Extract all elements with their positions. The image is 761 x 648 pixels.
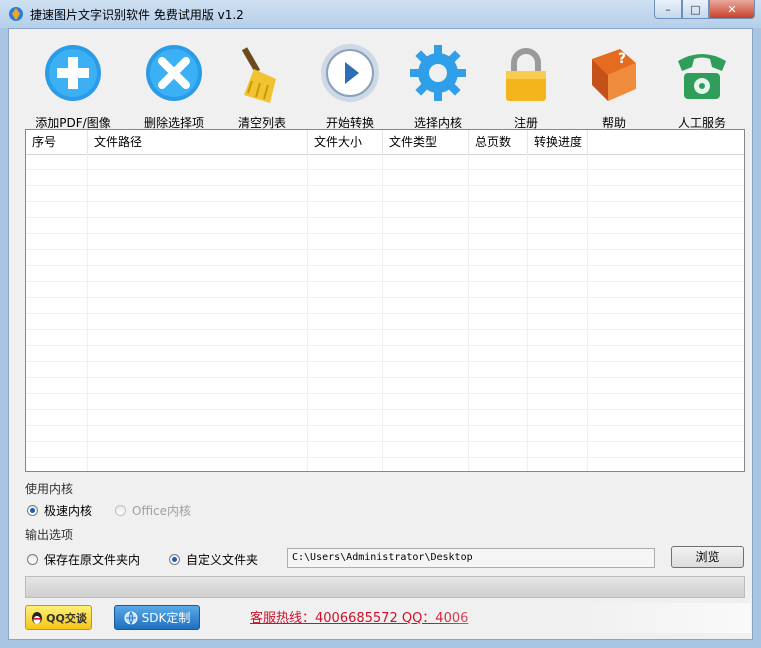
output-section-label: 输出选项	[25, 528, 74, 542]
engine-fast-label: 极速内核	[44, 504, 93, 518]
column-header-progress[interactable]: 转换进度	[528, 130, 588, 154]
window-title: 捷速图片文字识别软件 免费试用版 v1.2	[30, 8, 244, 22]
start-convert-button[interactable]: 开始转换	[310, 43, 390, 135]
table-row	[26, 330, 744, 346]
radio-indicator	[27, 554, 38, 565]
table-row	[26, 314, 744, 330]
table-row	[26, 282, 744, 298]
table-header: 序号 文件路径 文件大小 文件类型 总页数 转换进度	[26, 130, 744, 155]
play-icon	[321, 44, 379, 102]
column-header-size[interactable]: 文件大小	[308, 130, 383, 154]
maximize-button[interactable]: □	[682, 0, 709, 19]
custom-folder-radio[interactable]: 自定义文件夹	[169, 551, 258, 568]
app-logo-icon	[9, 7, 23, 21]
table-row	[26, 234, 744, 250]
radio-indicator	[169, 554, 180, 565]
table-row	[26, 458, 744, 471]
gear-icon	[410, 45, 466, 101]
column-header-path[interactable]: 文件路径	[88, 130, 308, 154]
table-row	[26, 218, 744, 234]
phone-icon	[678, 54, 726, 99]
engine-fast-radio[interactable]: 极速内核	[27, 502, 92, 519]
clear-list-button[interactable]: 清空列表	[222, 43, 302, 135]
table-row	[26, 410, 744, 426]
conversion-progress-bar	[25, 576, 745, 598]
qq-chat-button[interactable]: QQ交谈	[25, 605, 92, 630]
engine-office-radio: Office内核	[115, 502, 191, 519]
qq-chat-label: QQ交谈	[46, 611, 87, 625]
table-row	[26, 426, 744, 442]
help-book-icon: ?	[592, 49, 636, 101]
save-original-folder-radio[interactable]: 保存在原文件夹内	[27, 551, 140, 568]
delete-selected-button[interactable]: 删除选择项	[134, 43, 214, 135]
main-panel: 添加PDF/图像 删除选择项 清空列表 开始转换 选择内核 注册 ? 帮助 人工…	[8, 28, 753, 640]
column-header-type[interactable]: 文件类型	[383, 130, 469, 154]
minimize-button[interactable]: –	[654, 0, 682, 19]
table-row	[26, 298, 744, 314]
globe-icon	[124, 611, 138, 625]
delete-icon	[146, 45, 202, 101]
help-button[interactable]: ? 帮助	[574, 43, 654, 135]
manual-service-button[interactable]: 人工服务	[662, 43, 742, 135]
app-window: 捷速图片文字识别软件 免费试用版 v1.2 – □ ✕ 添加PDF/图像 删除选…	[0, 0, 761, 648]
output-path-field[interactable]: C:\Users\Administrator\Desktop	[287, 548, 655, 568]
table-row	[26, 202, 744, 218]
lock-icon	[506, 48, 546, 101]
table-row	[26, 250, 744, 266]
save-original-folder-label: 保存在原文件夹内	[44, 553, 141, 567]
table-row	[26, 362, 744, 378]
table-row	[26, 170, 744, 186]
svg-text:?: ?	[618, 51, 626, 67]
browse-button[interactable]: 浏览	[671, 546, 744, 568]
table-row	[26, 154, 744, 170]
close-button[interactable]: ✕	[709, 0, 755, 19]
radio-indicator	[27, 505, 38, 516]
engine-section-label: 使用内核	[25, 482, 74, 496]
select-engine-button[interactable]: 选择内核	[398, 43, 478, 135]
register-button[interactable]: 注册	[486, 43, 566, 135]
table-row	[26, 266, 744, 282]
column-header-pages[interactable]: 总页数	[469, 130, 528, 154]
radio-indicator	[115, 505, 126, 516]
sdk-custom-button[interactable]: SDK定制	[114, 605, 200, 630]
column-header-index[interactable]: 序号	[26, 130, 88, 154]
table-row	[26, 378, 744, 394]
sdk-custom-label: SDK定制	[141, 611, 191, 625]
qq-penguin-icon	[32, 611, 43, 624]
add-icon	[45, 45, 101, 101]
engine-office-label: Office内核	[132, 504, 192, 518]
table-row	[26, 442, 744, 458]
custom-folder-label: 自定义文件夹	[186, 553, 259, 567]
table-row	[26, 394, 744, 410]
file-list-table[interactable]: 序号 文件路径 文件大小 文件类型 总页数 转换进度	[25, 129, 745, 472]
table-row	[26, 186, 744, 202]
broom-icon	[241, 47, 276, 103]
bottom-fade-overlay	[429, 603, 751, 633]
title-bar[interactable]: 捷速图片文字识别软件 免费试用版 v1.2 – □ ✕	[0, 0, 761, 28]
add-pdf-image-button[interactable]: 添加PDF/图像	[33, 43, 113, 135]
table-row	[26, 346, 744, 362]
